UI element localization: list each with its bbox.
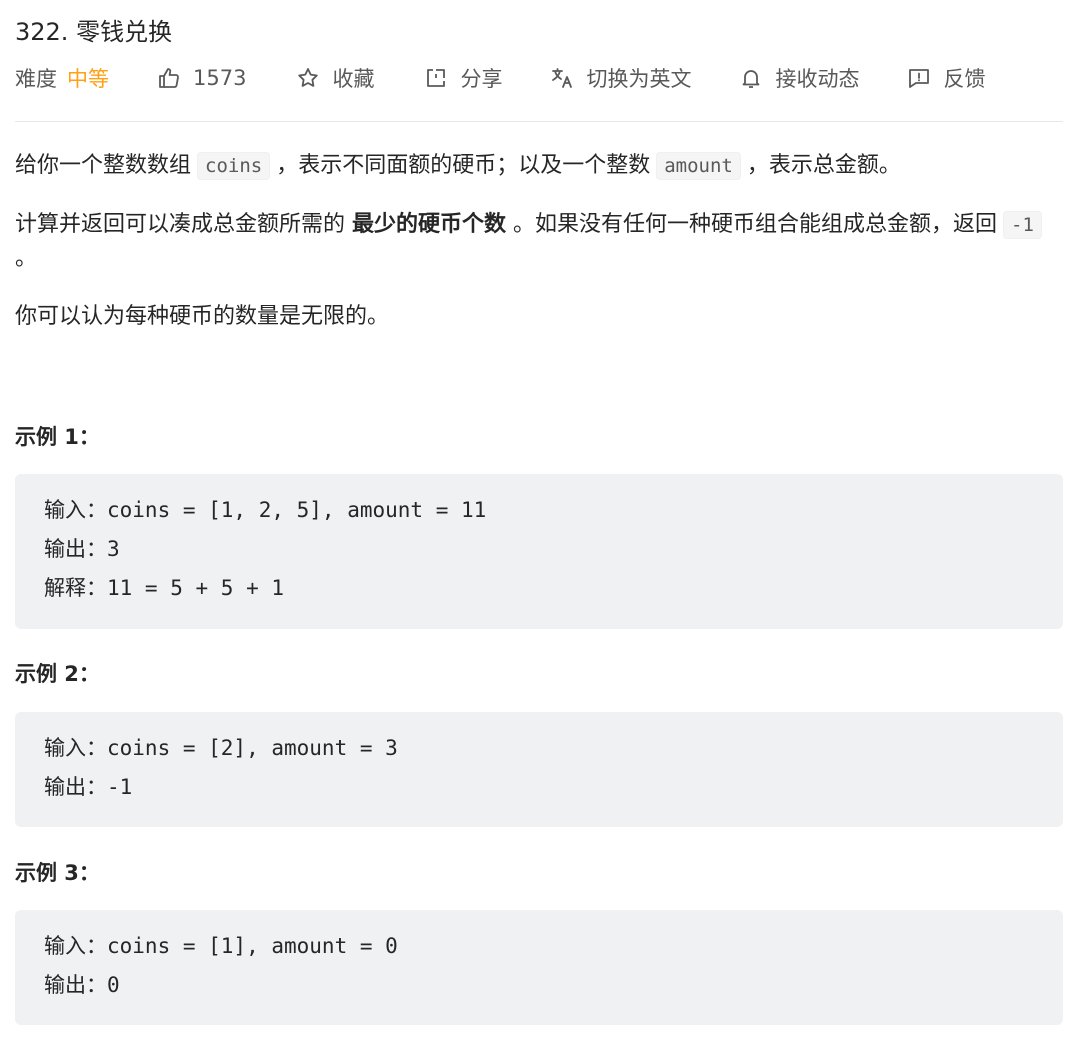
example-line: 输出：3: [44, 537, 120, 561]
text: 。: [15, 246, 38, 271]
example-2-title: 示例 2：: [15, 662, 100, 686]
bold-emphasis: 最少的硬币个数: [352, 212, 507, 237]
example-1-title: 示例 1：: [15, 425, 100, 449]
bell-icon: [739, 66, 763, 90]
text: ，表示总金额。: [746, 153, 901, 178]
description-paragraph-2: 计算并返回可以凑成总金额所需的 最少的硬币个数 。如果没有任何一种硬币组合能组成…: [15, 208, 1063, 276]
feedback-icon: [907, 66, 931, 90]
example-line: 解释：11 = 5 + 5 + 1: [44, 576, 285, 600]
example-3-title: 示例 3：: [15, 861, 100, 885]
example-line: 输出：-1: [44, 775, 133, 799]
description-paragraph-3: 你可以认为每种硬币的数量是无限的。: [15, 304, 390, 329]
example-line: 输入：coins = [1, 2, 5], amount = 11: [44, 498, 487, 522]
inline-code-coins: coins: [197, 152, 271, 180]
share-icon: [424, 66, 448, 90]
star-icon: [296, 66, 320, 90]
text: 给你一个整数数组: [15, 153, 192, 178]
header-divider: [15, 121, 1063, 122]
text: ，表示不同面额的硬币；以及一个整数: [276, 153, 651, 178]
favorite-label: 收藏: [332, 67, 375, 91]
example-1-code-block: 输入：coins = [1, 2, 5], amount = 11 输出：3 解…: [15, 474, 1063, 629]
share-button[interactable]: 分享: [424, 63, 502, 93]
translate-icon: [550, 66, 574, 90]
like-button[interactable]: 1573: [157, 66, 246, 90]
inline-code-amount: amount: [656, 152, 741, 180]
text: 。如果没有任何一种硬币组合能组成总金额，返回: [506, 212, 998, 237]
subscribe-label: 接收动态: [775, 67, 860, 91]
example-line: 输出：0: [44, 973, 120, 997]
like-count: 1573: [193, 66, 247, 90]
problem-title: 322. 零钱兑换: [15, 18, 173, 46]
share-label: 分享: [460, 67, 503, 91]
text: 计算并返回可以凑成总金额所需的: [15, 212, 352, 237]
feedback-button[interactable]: 反馈: [907, 63, 985, 93]
example-line: 输入：coins = [1], amount = 0: [44, 934, 398, 958]
favorite-button[interactable]: 收藏: [296, 63, 374, 93]
translate-button[interactable]: 切换为英文: [550, 63, 691, 93]
inline-code-minus-one: -1: [1003, 211, 1042, 239]
problem-page: 322. 零钱兑换 难度 中等 1573 收藏 分享 切换为英文 接收动态 反馈…: [0, 0, 1080, 1042]
translate-label: 切换为英文: [586, 67, 692, 91]
thumb-up-icon: [157, 66, 181, 90]
subscribe-button[interactable]: 接收动态: [739, 63, 859, 93]
difficulty-badge: 中等: [67, 67, 109, 91]
example-line: 输入：coins = [2], amount = 3: [44, 736, 398, 760]
problem-meta-bar: 难度 中等 1573 收藏 分享 切换为英文 接收动态 反馈: [15, 58, 985, 98]
difficulty-label: 难度: [15, 67, 57, 91]
description-paragraph-1: 给你一个整数数组 coins ，表示不同面额的硬币；以及一个整数 amount ，表示总…: [15, 149, 901, 183]
feedback-label: 反馈: [943, 67, 986, 91]
example-3-code-block: 输入：coins = [1], amount = 0 输出：0: [15, 910, 1063, 1025]
example-2-code-block: 输入：coins = [2], amount = 3 输出：-1: [15, 712, 1063, 827]
